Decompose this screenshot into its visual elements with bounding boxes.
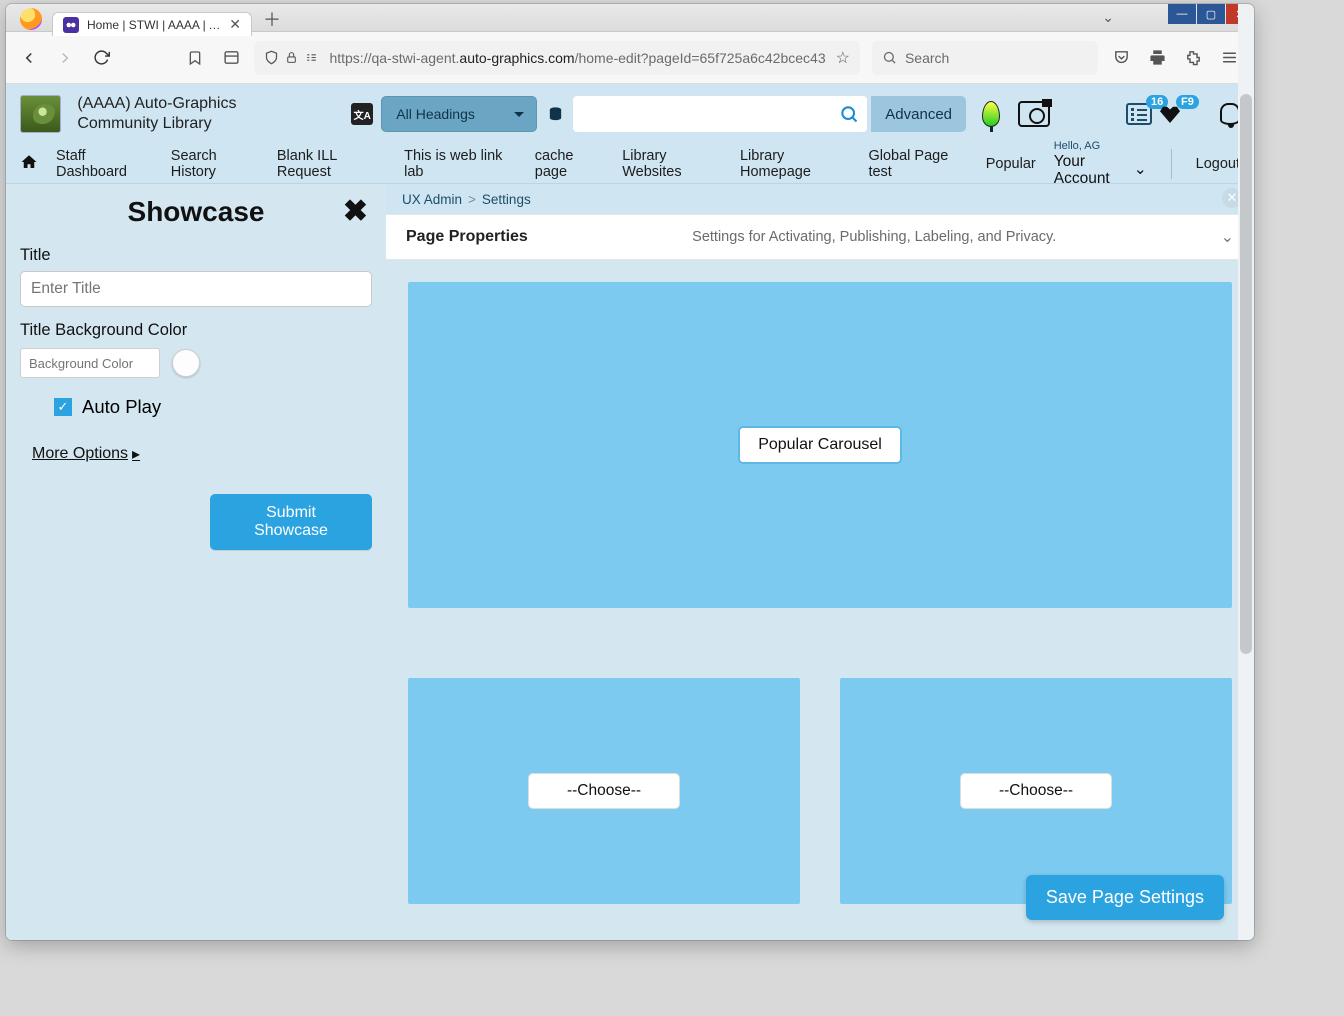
sidebar-heading: Showcase [20,196,372,228]
bg-color-input[interactable] [20,348,160,378]
breadcrumb: UX Admin > Settings [386,184,1254,214]
account-label: Your Account [1054,153,1130,187]
sidebar-close-button[interactable]: ✖ [343,194,368,229]
url-text: https://qa-stwi-agent.auto-graphics.com/… [329,50,825,66]
content-area: Showcase ✖ Title Title Background Color … [6,184,1254,940]
permissions-icon [304,51,319,64]
vertical-scrollbar[interactable] [1238,4,1254,940]
nav-back-button[interactable] [16,44,42,72]
tab-strip: Home | STWI | AAAA | Auto-Gr ✕ ＋ [6,4,286,32]
notifications-icon[interactable] [1220,103,1240,125]
browser-search-box[interactable]: Search [872,41,1098,75]
bookmark-star-icon[interactable]: ☆ [836,48,850,68]
library-icon[interactable] [218,44,244,72]
new-tab-button[interactable]: ＋ [258,6,286,32]
layout-slot-left[interactable]: --Choose-- [408,678,800,904]
submit-showcase-button[interactable]: Submit Showcase [210,494,372,550]
nav-cache-page[interactable]: cache page [535,148,604,180]
nav-popular[interactable]: Popular [986,156,1036,172]
search-icon [882,50,897,65]
browser-tab[interactable]: Home | STWI | AAAA | Auto-Gr ✕ [52,12,252,36]
page-properties-row[interactable]: Page Properties Settings for Activating,… [386,214,1254,260]
tabs-dropdown-icon[interactable]: ⌄ [1102,9,1114,26]
account-menu[interactable]: Hello, AG Your Account⌄ [1054,140,1147,186]
divider [1171,149,1172,179]
site-logo[interactable] [20,95,61,133]
layout-canvas: Popular Carousel --Choose-- --Choose-- [386,260,1254,926]
nav-global-page-test[interactable]: Global Page test [868,148,967,180]
crumb-ux-admin[interactable]: UX Admin [402,192,462,207]
main-panel: UX Admin > Settings ✕ Page Properties Se… [386,184,1254,940]
browser-window: Home | STWI | AAAA | Auto-Gr ✕ ＋ ⌄ — ▢ ✕ [6,4,1254,940]
crumb-sep: > [468,192,476,207]
window-minimize-button[interactable]: — [1168,4,1196,24]
scrollbar-thumb[interactable] [1240,94,1252,654]
more-options-link[interactable]: More Options ▸ [32,444,140,464]
shield-icon [264,50,279,65]
catalog-search-area: 文A All Headings Advanced [351,96,966,132]
balloon-icon[interactable] [982,101,1000,127]
nav-weblink-lab[interactable]: This is web link lab [404,148,517,180]
site-header: (AAAA) Auto-Graphics Community Library 文… [6,84,1254,144]
nav-blank-ill[interactable]: Blank ILL Request [277,148,386,180]
titlebar: Home | STWI | AAAA | Auto-Gr ✕ ＋ ⌄ — ▢ ✕ [6,4,1254,32]
browser-search-placeholder: Search [905,50,949,66]
browser-toolbar: https://qa-stwi-agent.auto-graphics.com/… [6,32,1254,84]
page-properties-title: Page Properties [406,228,528,246]
search-icon [839,104,859,124]
page-properties-desc: Settings for Activating, Publishing, Lab… [528,229,1221,245]
nav-library-homepage[interactable]: Library Homepage [740,148,850,180]
color-swatch[interactable] [172,349,200,377]
print-icon[interactable] [1144,44,1172,72]
autoplay-checkbox[interactable]: ✓ [54,398,72,416]
address-bar-area: https://qa-stwi-agent.auto-graphics.com/… [254,41,1098,75]
site-security-icons[interactable] [264,50,319,65]
slot-right-select[interactable]: --Choose-- [960,773,1112,809]
title-label: Title [20,246,372,265]
catalog-search-input[interactable] [573,96,867,132]
chevron-down-icon: ⌄ [1221,227,1234,247]
chevron-down-icon: ⌄ [1134,161,1147,178]
tab-close-icon[interactable]: ✕ [229,16,241,33]
save-page-settings-button[interactable]: Save Page Settings [1026,875,1224,920]
logout-link[interactable]: Logout [1196,156,1240,172]
nav-search-history[interactable]: Search History [171,148,259,180]
slot-hero-label[interactable]: Popular Carousel [738,426,902,464]
bg-color-label: Title Background Color [20,321,372,340]
nav-library-websites[interactable]: Library Websites [622,148,722,180]
database-icon[interactable] [545,104,565,124]
search-scope-label: All Headings [396,106,475,122]
nav-staff-dashboard[interactable]: Staff Dashboard [56,148,153,180]
camera-icon[interactable] [1018,101,1050,127]
pocket-icon[interactable] [1108,44,1136,72]
firefox-icon [20,8,42,30]
crumb-settings: Settings [482,192,531,207]
nav-reload-button[interactable] [89,44,115,72]
showcase-sidebar: Showcase ✖ Title Title Background Color … [6,184,386,940]
site-title: (AAAA) Auto-Graphics Community Library [77,94,321,134]
lists-and-favorites: 16 F9 [1126,99,1184,129]
search-scope-select[interactable]: All Headings [381,96,537,132]
extensions-icon[interactable] [1180,44,1208,72]
greeting-text: Hello, AG [1054,140,1100,152]
nav-forward-button [52,44,78,72]
chevron-right-icon: ▸ [132,444,140,464]
window-maximize-button[interactable]: ▢ [1197,4,1225,24]
layout-slot-right[interactable]: --Choose-- [840,678,1232,904]
translate-icon[interactable]: 文A [351,103,373,125]
home-icon[interactable] [20,153,38,175]
layout-slot-hero[interactable]: Popular Carousel [408,282,1232,608]
bookmark-this-icon[interactable] [182,44,208,72]
slot-left-select[interactable]: --Choose-- [528,773,680,809]
heart-icon[interactable] [1160,105,1180,123]
advanced-search-button[interactable]: Advanced [871,96,966,132]
url-bar[interactable]: https://qa-stwi-agent.auto-graphics.com/… [254,41,860,75]
lock-icon [285,51,298,64]
autoplay-label: Auto Play [82,396,161,418]
site-nav: Staff Dashboard Search History Blank ILL… [6,144,1254,184]
tab-title: Home | STWI | AAAA | Auto-Gr [87,18,221,32]
favorites-badge: F9 [1176,95,1199,109]
title-input[interactable] [20,271,372,307]
tab-favicon-icon [63,17,79,33]
